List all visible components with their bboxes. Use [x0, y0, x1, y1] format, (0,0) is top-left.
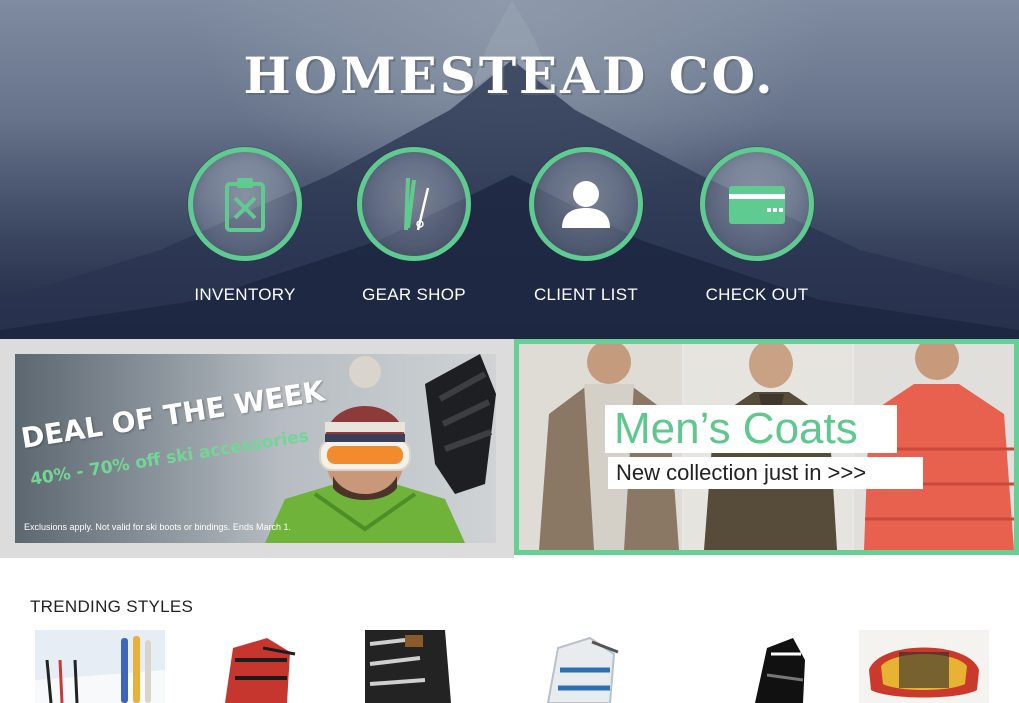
nav-client-list-label: CLIENT LIST — [533, 285, 639, 304]
skis-and-poles-product — [35, 630, 165, 703]
brand-logo: HOMESTEAD CO. — [243, 46, 776, 105]
hero-banner: HOMESTEAD CO. INVENTORY GEAR SHOP CLIENT… — [0, 0, 1019, 339]
coats-subtitle[interactable]: New collection just in >>> — [616, 460, 866, 486]
ski-goggles-product — [859, 630, 989, 703]
trending-item-goggles[interactable] — [859, 630, 989, 703]
nav-check-out-circle — [700, 147, 814, 261]
coats-title: Men’s Coats — [614, 404, 858, 453]
black-buckle-boot-product — [365, 630, 495, 703]
xc-ski-boot-product — [705, 630, 835, 703]
nav-gear-shop-circle — [357, 147, 471, 261]
nav-client-list-circle — [529, 147, 643, 261]
trending-styles-heading: TRENDING STYLES — [30, 597, 194, 616]
nav-gear-shop-label: GEAR SHOP — [362, 285, 466, 304]
nav-client-list[interactable]: CLIENT LIST — [496, 147, 676, 317]
white-blue-ski-boot-product — [530, 630, 660, 703]
red-ski-boot-product — [195, 630, 325, 703]
skis-icon — [404, 178, 430, 231]
nav-inventory-label: INVENTORY — [194, 285, 296, 304]
user-icon — [562, 181, 610, 228]
clipboard-icon — [225, 178, 265, 232]
trending-item-white-boot[interactable] — [530, 630, 660, 703]
credit-card-icon — [729, 186, 785, 224]
trending-item-xc-boot[interactable] — [705, 630, 835, 703]
nav-inventory-circle — [188, 147, 302, 261]
nav-gear-shop[interactable]: GEAR SHOP — [324, 147, 504, 317]
nav-check-out-label: CHECK OUT — [705, 285, 809, 304]
deal-fine-print: Exclusions apply. Not valid for ski boot… — [24, 522, 291, 532]
nav-inventory[interactable]: INVENTORY — [155, 147, 335, 317]
nav-check-out[interactable]: CHECK OUT — [667, 147, 847, 317]
trending-item-red-boot[interactable] — [195, 630, 325, 703]
trending-item-black-boot[interactable] — [365, 630, 495, 703]
trending-item-skis[interactable] — [35, 630, 165, 703]
